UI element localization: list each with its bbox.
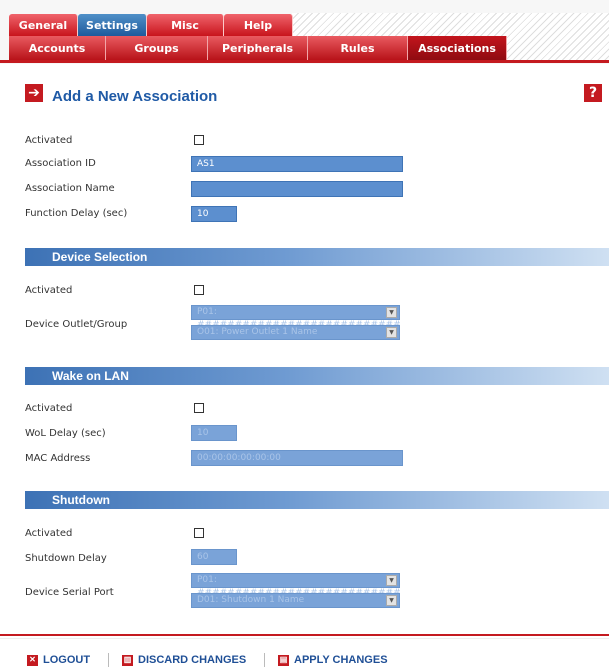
- shutdown-title: Shutdown: [52, 493, 110, 507]
- device-select-2[interactable]: O01: Power Outlet 1 Name ▼: [191, 325, 400, 340]
- shutdown-activated-label: Activated: [25, 528, 73, 539]
- device-activated-label: Activated: [25, 285, 73, 296]
- association-id-label: Association ID: [25, 158, 96, 169]
- shutdown-delay-label: Shutdown Delay: [25, 553, 107, 564]
- device-select-1[interactable]: P01: ########################### ▼: [191, 305, 401, 330]
- tab-groups[interactable]: Groups: [106, 36, 208, 60]
- tab-associations[interactable]: Associations: [408, 36, 507, 60]
- close-icon: ✕: [27, 654, 38, 666]
- chevron-down-icon[interactable]: ▼: [386, 595, 397, 606]
- shutdown-header: Shutdown: [25, 491, 609, 509]
- wol-delay-input[interactable]: 10: [191, 425, 237, 441]
- tab-settings[interactable]: Settings: [78, 14, 147, 36]
- secondary-tab-bar: Accounts Groups Peripherals Rules Associ…: [9, 36, 507, 60]
- chevron-down-icon[interactable]: ▼: [386, 575, 397, 586]
- device-select-2-value: O01: Power Outlet 1 Name: [197, 327, 318, 337]
- function-delay-label: Function Delay (sec): [25, 208, 128, 219]
- serial-port-select-2-value: D01: Shutdown 1 Name: [197, 595, 305, 605]
- tab-accounts[interactable]: Accounts: [9, 36, 106, 60]
- logout-button[interactable]: ✕ LOGOUT: [27, 654, 90, 666]
- arrow-right-icon: ➔: [25, 84, 43, 102]
- wake-on-lan-header: Wake on LAN: [25, 367, 609, 385]
- discard-changes-label: DISCARD CHANGES: [138, 654, 247, 666]
- activated-label: Activated: [25, 135, 73, 146]
- top-navigation: General Settings Misc Help Accounts Grou…: [0, 0, 609, 64]
- primary-tab-bar: General Settings Misc Help: [9, 14, 293, 36]
- association-id-input[interactable]: AS1: [191, 156, 403, 172]
- footer-separator: [264, 653, 265, 667]
- tab-help[interactable]: Help: [224, 14, 293, 36]
- device-selection-title: Device Selection: [52, 250, 148, 264]
- serial-port-select-2[interactable]: D01: Shutdown 1 Name ▼: [191, 593, 400, 608]
- mac-address-input[interactable]: 00:00:00:00:00:00: [191, 450, 403, 466]
- mac-address-label: MAC Address: [25, 453, 91, 464]
- apply-changes-button[interactable]: ▤ APPLY CHANGES: [278, 654, 388, 666]
- shutdown-activated-checkbox[interactable]: [194, 528, 204, 538]
- device-outlet-group-label: Device Outlet/Group: [25, 319, 128, 330]
- activated-checkbox[interactable]: [194, 135, 204, 145]
- nav-divider: [0, 60, 609, 63]
- apply-changes-label: APPLY CHANGES: [294, 654, 388, 666]
- footer-divider-light: [0, 638, 609, 639]
- association-name-input[interactable]: [191, 181, 403, 197]
- shutdown-delay-input[interactable]: 60: [191, 549, 237, 565]
- logout-label: LOGOUT: [43, 654, 91, 666]
- tab-general[interactable]: General: [9, 14, 78, 36]
- wol-delay-label: WoL Delay (sec): [25, 428, 106, 439]
- tab-peripherals[interactable]: Peripherals: [208, 36, 308, 60]
- footer-separator: [108, 653, 109, 667]
- save-icon: ▤: [278, 654, 289, 666]
- help-icon[interactable]: ?: [584, 84, 602, 102]
- chevron-down-icon[interactable]: ▼: [386, 307, 397, 318]
- discard-changes-button[interactable]: ▥ DISCARD CHANGES: [122, 654, 246, 666]
- wol-activated-checkbox[interactable]: [194, 403, 204, 413]
- tab-misc[interactable]: Misc: [147, 14, 224, 36]
- page-title: Add a New Association: [52, 88, 218, 105]
- serial-port-select-1[interactable]: P01: ########################### ▼: [191, 573, 401, 598]
- tab-rules[interactable]: Rules: [308, 36, 408, 60]
- function-delay-input[interactable]: 10: [191, 206, 237, 222]
- device-serial-port-label: Device Serial Port: [25, 587, 114, 598]
- trash-icon: ▥: [122, 654, 133, 666]
- wake-on-lan-title: Wake on LAN: [52, 369, 129, 383]
- device-selection-header: Device Selection: [25, 248, 609, 266]
- device-activated-checkbox[interactable]: [194, 285, 204, 295]
- chevron-down-icon[interactable]: ▼: [386, 327, 397, 338]
- wol-activated-label: Activated: [25, 403, 73, 414]
- footer-divider: [0, 634, 609, 636]
- association-name-label: Association Name: [25, 183, 115, 194]
